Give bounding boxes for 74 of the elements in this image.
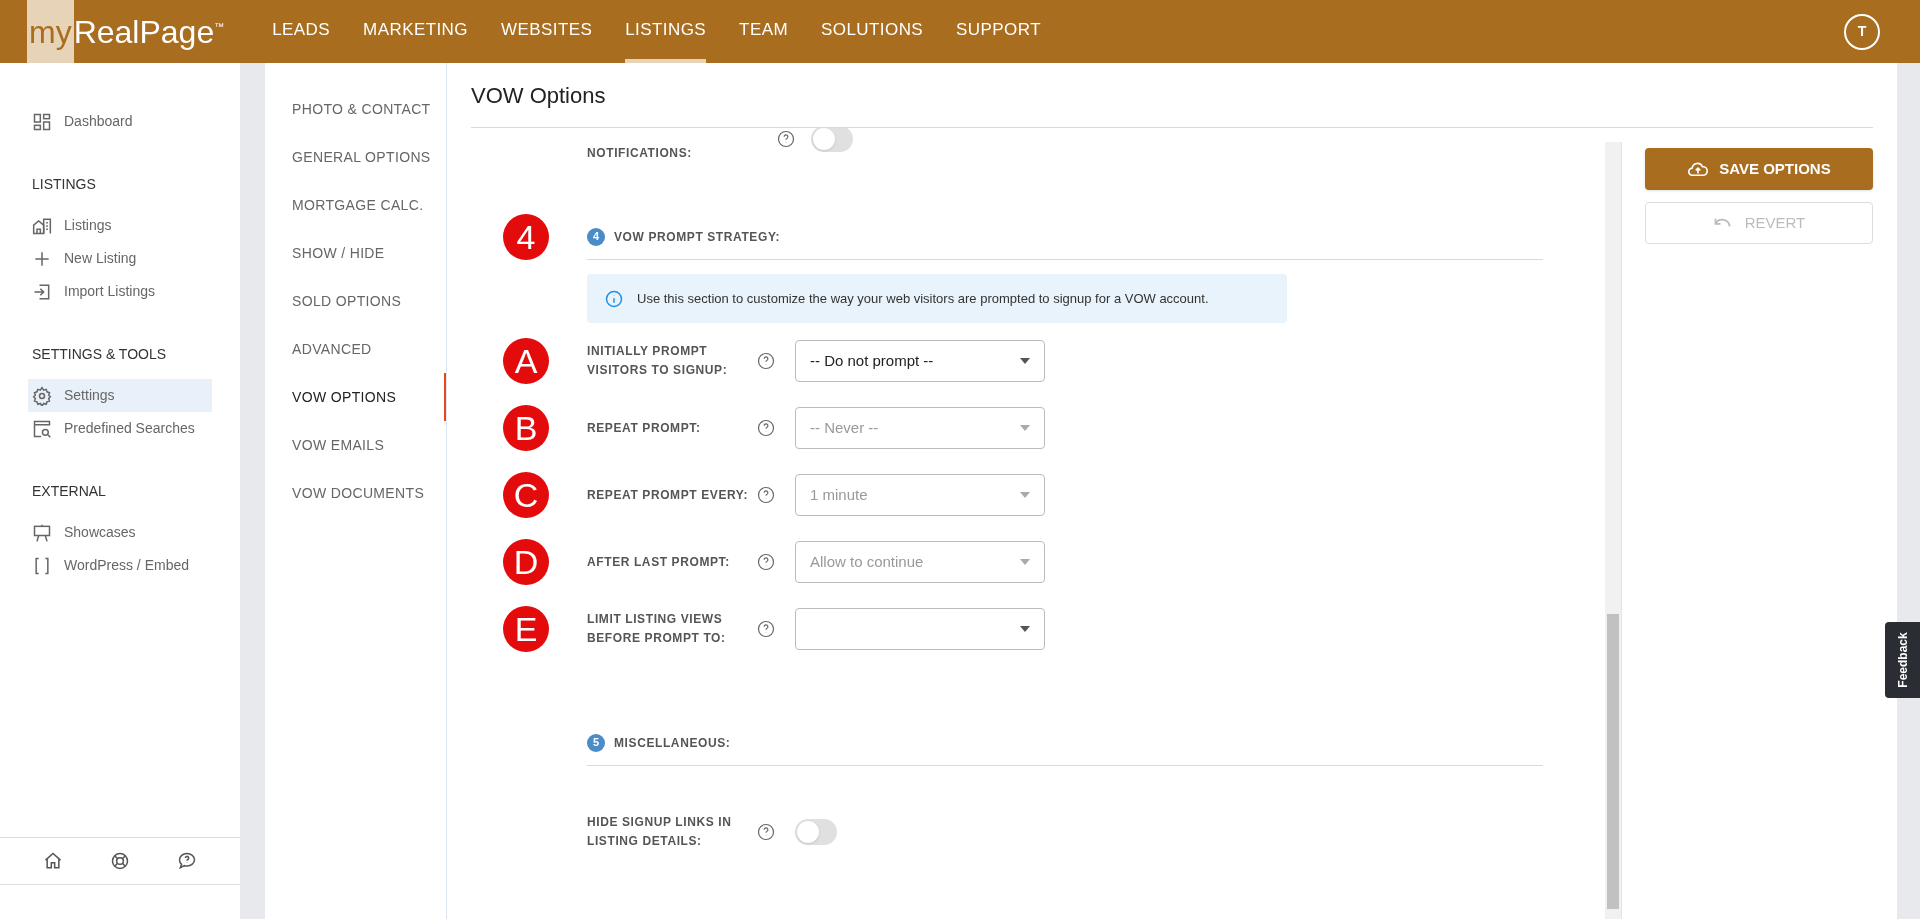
sidebar-item[interactable]: Settings [28, 379, 212, 412]
annotation-marker: B [503, 405, 549, 451]
field-label: REPEAT PROMPT EVERY: [587, 486, 750, 504]
subnav-item[interactable]: ADVANCED [265, 325, 446, 373]
dropdown[interactable]: -- Do not prompt -- [795, 340, 1045, 382]
cloud-upload-icon [1687, 160, 1710, 178]
subnav-item[interactable]: SOLD OPTIONS [265, 277, 446, 325]
help-chat-icon [176, 851, 197, 871]
lifebuoy-icon [110, 851, 130, 871]
field-label: INITIALLY PROMPT VISITORS TO SIGNUP: [587, 343, 729, 379]
easel-icon [32, 522, 52, 543]
nav-tab[interactable]: WEBSITES [500, 0, 593, 63]
help-icon[interactable] [757, 352, 775, 370]
toggle-switch[interactable] [795, 819, 837, 845]
help-icon[interactable] [757, 620, 775, 638]
feedback-tab[interactable]: Feedback [1885, 622, 1920, 698]
brackets-icon [32, 555, 52, 576]
annotation-marker: D [503, 539, 549, 585]
field-label: LIMIT LISTING VIEWS BEFORE PROMPT TO: [587, 611, 727, 647]
toggle-switch[interactable] [811, 128, 853, 152]
logo: myRealPage$^{™}$ [27, 0, 225, 63]
home-icon [43, 851, 64, 871]
save-options-button[interactable]: SAVE OPTIONS [1645, 148, 1873, 190]
help-icon[interactable] [777, 130, 795, 148]
avatar[interactable]: T [1844, 13, 1880, 50]
info-text: Use this section to customize the way your web visitors are prompted to signup for a VOW account. [637, 289, 1209, 308]
subnav-item[interactable]: MORTGAGE CALC. [265, 181, 446, 229]
field-label: NOTIFICATIONS: [587, 145, 693, 162]
section-heading: MISCELLANEOUS: [614, 734, 731, 752]
help-icon[interactable] [757, 486, 775, 504]
section-heading: SETTINGS & TOOLS [32, 345, 168, 364]
section-number: 5 [587, 733, 605, 752]
caret-icon [1020, 559, 1030, 565]
dashboard-icon [32, 111, 52, 132]
section-heading: LISTINGS [32, 175, 97, 194]
sidebar-item[interactable]: Dashboard [28, 105, 212, 138]
search-list-icon [32, 418, 52, 439]
help-icon[interactable] [757, 419, 775, 437]
help-icon[interactable] [757, 823, 775, 841]
sidebar-item[interactable]: Showcases [28, 516, 212, 549]
section-heading: EXTERNAL [32, 482, 107, 501]
subnav-item[interactable]: VOW DOCUMENTS [265, 469, 446, 517]
section-number: 4 [587, 227, 605, 246]
page-title: VOW Options [471, 63, 1873, 128]
caret-icon [1020, 358, 1030, 364]
field-label: AFTER LAST PROMPT: [587, 553, 731, 571]
sidebar-item[interactable]: New Listing [28, 242, 212, 275]
annotation-marker: E [503, 606, 549, 652]
annotation-marker: A [503, 338, 549, 384]
help-icon[interactable] [757, 553, 775, 571]
nav-tab[interactable]: SUPPORT [956, 0, 1041, 63]
info-icon [605, 289, 623, 308]
settings-icon [32, 385, 52, 406]
nav-tab[interactable]: LEADS [272, 0, 331, 63]
sidebar-item[interactable]: Predefined Searches [28, 412, 212, 445]
nav-tab[interactable]: MARKETING [363, 0, 468, 63]
field-label: HIDE SIGNUP LINKS IN LISTING DETAILS: [587, 814, 733, 850]
sidebar-item[interactable]: WordPress / Embed [28, 549, 212, 582]
section-heading: VOW PROMPT STRATEGY: [614, 228, 781, 246]
annotation-marker: 4 [503, 214, 549, 260]
subnav-item[interactable]: SHOW / HIDE [265, 229, 446, 277]
subnav-item[interactable]: VOW EMAILS [265, 421, 446, 469]
subnav-item[interactable]: PHOTO & CONTACT [265, 85, 446, 133]
nav-tab[interactable]: TEAM [739, 0, 789, 63]
subnav-item[interactable]: GENERAL OPTIONS [265, 133, 446, 181]
sidebar-item[interactable]: Import Listings [28, 275, 212, 308]
field-label: REPEAT PROMPT: [587, 419, 702, 437]
scrollbar[interactable] [1605, 142, 1622, 919]
nav-tab[interactable]: SOLUTIONS [821, 0, 924, 63]
caret-icon [1020, 492, 1030, 498]
sidebar-item[interactable]: Listings [28, 209, 212, 242]
caret-icon [1020, 425, 1030, 431]
annotation-marker: C [503, 472, 549, 518]
caret-icon [1020, 626, 1030, 632]
